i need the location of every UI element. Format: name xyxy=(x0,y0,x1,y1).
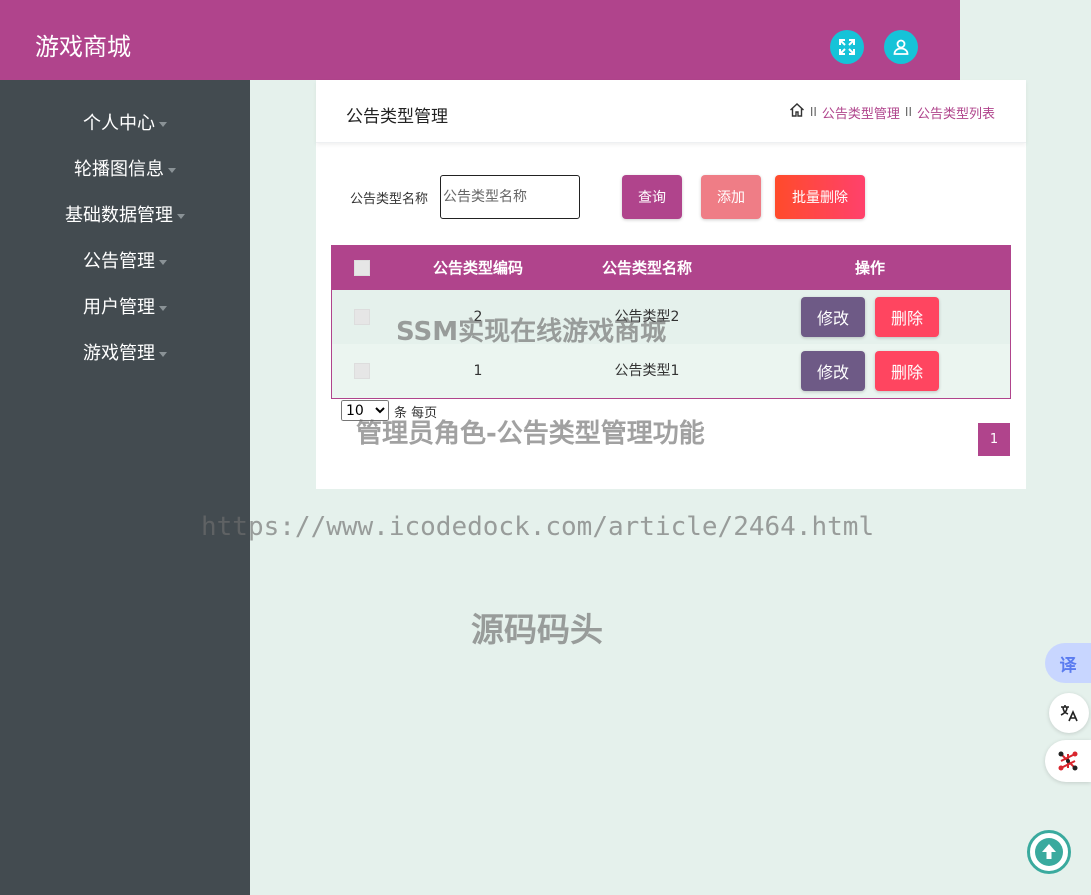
page-number-button[interactable]: 1 xyxy=(978,423,1010,456)
row-checkbox[interactable] xyxy=(354,309,370,325)
caret-down-icon xyxy=(159,121,167,127)
sidebar-item-users[interactable]: 用户管理 xyxy=(0,295,250,321)
app-title: 游戏商城 xyxy=(35,33,131,61)
sidebar-item-label: 个人中心 xyxy=(83,113,155,134)
edit-button[interactable]: 修改 xyxy=(801,297,865,337)
caret-down-icon xyxy=(159,351,167,357)
watermark-text: SSM实现在线游戏商城 xyxy=(396,317,667,347)
row-name: 公告类型1 xyxy=(614,363,680,379)
sidebar: 个人中心 轮播图信息 基础数据管理 公告管理 用户管理 游戏管理 xyxy=(0,80,250,895)
panel-header: 公告类型管理 II 公告类型管理 II 公告类型列表 xyxy=(316,80,1026,143)
page-title: 公告类型管理 xyxy=(346,107,448,127)
row-checkbox[interactable] xyxy=(354,363,370,379)
translate-label: 译 xyxy=(1059,655,1077,676)
caret-down-icon xyxy=(159,305,167,311)
delete-button[interactable]: 删除 xyxy=(875,351,939,391)
sidebar-item-label: 游戏管理 xyxy=(83,343,155,364)
caret-down-icon xyxy=(168,167,176,173)
search-label: 公告类型名称 xyxy=(350,192,429,207)
row-code: 1 xyxy=(473,363,483,379)
breadcrumb-separator: II xyxy=(809,105,817,119)
watermark-url: https://www.icodedock.com/article/2464.h… xyxy=(201,512,875,542)
network-icon[interactable] xyxy=(1045,740,1091,782)
select-all-checkbox[interactable] xyxy=(354,260,370,276)
arrow-up-icon xyxy=(1035,838,1063,866)
batch-delete-button[interactable]: 批量删除 xyxy=(775,175,865,219)
column-header: 操作 xyxy=(854,259,885,277)
caret-down-icon xyxy=(177,213,185,219)
query-button[interactable]: 查询 xyxy=(622,175,682,219)
table-row: 1 公告类型1 修改 删除 xyxy=(332,344,1010,398)
breadcrumb-item[interactable]: 公告类型列表 xyxy=(917,103,995,122)
sidebar-item-notice[interactable]: 公告管理 xyxy=(0,249,250,275)
sidebar-item-label: 基础数据管理 xyxy=(65,205,173,226)
sidebar-item-personal-center[interactable]: 个人中心 xyxy=(0,111,250,137)
breadcrumb: II 公告类型管理 II 公告类型列表 xyxy=(789,102,995,122)
add-button[interactable]: 添加 xyxy=(701,175,761,219)
breadcrumb-separator: II xyxy=(904,105,912,119)
delete-button[interactable]: 删除 xyxy=(875,297,939,337)
table-header: 公告类型编码 公告类型名称 操作 xyxy=(332,246,1010,290)
search-input[interactable] xyxy=(440,175,580,219)
language-icon[interactable] xyxy=(1049,693,1089,733)
top-bar: 游戏商城 xyxy=(0,0,960,80)
watermark-text: 管理员角色-公告类型管理功能 xyxy=(356,419,705,449)
sidebar-item-label: 公告管理 xyxy=(83,251,155,272)
sidebar-item-games[interactable]: 游戏管理 xyxy=(0,341,250,367)
sidebar-item-carousel-info[interactable]: 轮播图信息 xyxy=(0,157,250,183)
edit-button[interactable]: 修改 xyxy=(801,351,865,391)
breadcrumb-item[interactable]: 公告类型管理 xyxy=(822,103,900,122)
column-header: 公告类型名称 xyxy=(601,259,692,277)
user-icon[interactable] xyxy=(884,30,918,64)
sidebar-item-base-data[interactable]: 基础数据管理 xyxy=(0,203,250,229)
column-header: 公告类型编码 xyxy=(432,259,523,277)
translate-button[interactable]: 译 xyxy=(1045,643,1091,683)
fullscreen-icon[interactable] xyxy=(830,30,864,64)
scroll-top-button[interactable] xyxy=(1027,830,1071,874)
sidebar-item-label: 轮播图信息 xyxy=(74,159,164,180)
watermark-text: 源码码头 xyxy=(471,610,603,649)
home-icon[interactable] xyxy=(789,102,805,122)
sidebar-item-label: 用户管理 xyxy=(83,297,155,318)
caret-down-icon xyxy=(159,259,167,265)
